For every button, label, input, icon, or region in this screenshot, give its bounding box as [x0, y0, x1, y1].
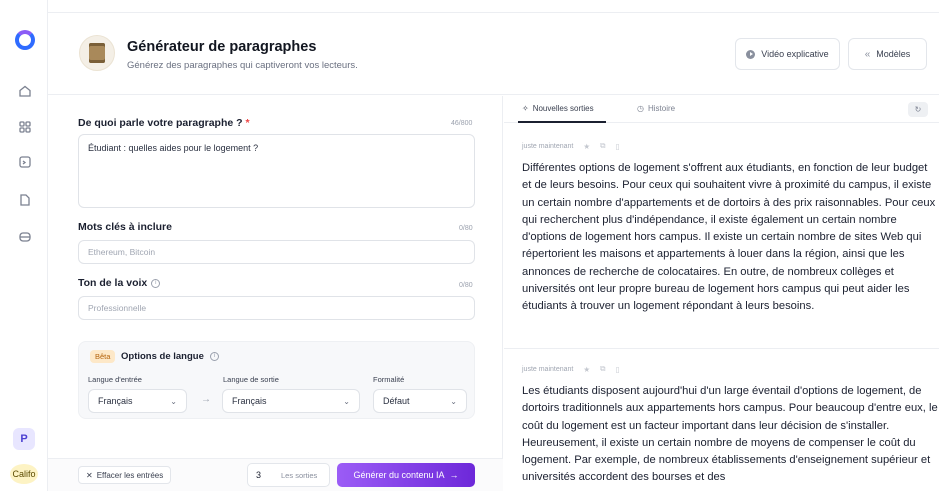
- template-icon[interactable]: [18, 155, 32, 169]
- scroll-icon: [79, 35, 115, 71]
- keywords-counter: 0/80: [459, 225, 473, 232]
- workspace-avatar[interactable]: Califo: [10, 464, 38, 484]
- result-divider: [504, 348, 939, 349]
- formality-label: Formalité: [373, 375, 405, 384]
- formality-select[interactable]: Défaut ⌄: [373, 389, 467, 413]
- templates-button[interactable]: « Modèles: [848, 38, 927, 70]
- result-text: Les étudiants disposent aujourd'hui d'un…: [522, 385, 938, 484]
- tab-new-outputs[interactable]: ✧ Nouvelles sorties: [522, 104, 594, 113]
- output-tabs: ✧ Nouvelles sorties ◷ Histoire ↻: [504, 96, 939, 123]
- home-icon[interactable]: [18, 84, 32, 98]
- video-tutorial-label: Vidéo explicative: [761, 49, 829, 59]
- arrow-right-icon: →: [449, 470, 459, 480]
- form-footer: ✕ Effacer les entrées 3 Les sorties Géné…: [48, 458, 503, 491]
- grid-icon[interactable]: [18, 120, 32, 134]
- trash-icon[interactable]: ▯: [615, 142, 619, 151]
- user-avatar[interactable]: P: [13, 428, 35, 450]
- sidebar: P Califo: [0, 0, 48, 491]
- outputs-count-input[interactable]: 3 Les sorties: [247, 463, 330, 487]
- language-options: Bêta Options de langue i Langue d'entrée …: [78, 341, 475, 419]
- clock-icon: ◷: [637, 104, 644, 113]
- app-logo[interactable]: [15, 30, 35, 50]
- beta-badge: Bêta: [90, 350, 116, 363]
- result-item: juste maintenant ★ ⧉ ▯ Différentes optio…: [522, 141, 938, 316]
- active-tab-indicator: [518, 121, 606, 123]
- info-icon: i: [209, 351, 219, 361]
- chevron-down-icon: ⌄: [170, 396, 177, 406]
- required-marker: *: [245, 117, 250, 129]
- arrow-right-icon: →: [201, 394, 211, 405]
- output-language-select[interactable]: Français ⌄: [222, 389, 360, 413]
- star-icon[interactable]: ★: [583, 365, 590, 374]
- video-tutorial-button[interactable]: Vidéo explicative: [735, 38, 840, 70]
- chevron-down-icon: ⌄: [343, 396, 350, 406]
- input-form: De quoi parle votre paragraphe ? * 46/80…: [48, 96, 503, 491]
- copy-icon[interactable]: ⧉: [600, 141, 605, 151]
- input-language-select[interactable]: Français ⌄: [88, 389, 187, 413]
- output-panel: ✧ Nouvelles sorties ◷ Histoire ↻ juste mai…: [504, 96, 939, 491]
- double-chevron-left-icon: «: [864, 48, 871, 60]
- folder-icon[interactable]: [18, 230, 32, 244]
- chevron-down-icon: ⌄: [450, 396, 457, 406]
- generate-button[interactable]: Générer du contenu IA →: [337, 463, 475, 487]
- language-options-title: Options de langue i: [121, 351, 219, 362]
- result-time: juste maintenant: [522, 365, 574, 373]
- templates-label: Modèles: [876, 49, 911, 59]
- star-icon[interactable]: ★: [583, 142, 590, 151]
- tone-label: Ton de la voix i: [78, 277, 161, 289]
- input-language-label: Langue d'entrée: [88, 375, 142, 384]
- clear-inputs-button[interactable]: ✕ Effacer les entrées: [78, 466, 172, 484]
- info-icon: i: [151, 278, 161, 288]
- output-language-label: Langue de sortie: [223, 375, 279, 384]
- page-title: Générateur de paragraphes: [127, 39, 317, 55]
- copy-icon[interactable]: ⧉: [600, 364, 605, 374]
- sparkle-icon: ✧: [522, 104, 529, 113]
- result-item: juste maintenant ★ ⧉ ▯ Les étudiants dis…: [522, 364, 938, 487]
- trash-icon[interactable]: ▯: [615, 365, 619, 374]
- result-time: juste maintenant: [522, 142, 574, 150]
- tab-history[interactable]: ◷ Histoire: [637, 104, 675, 113]
- topic-counter: 46/800: [451, 120, 473, 127]
- refresh-icon[interactable]: ↻: [908, 102, 928, 117]
- tone-input[interactable]: Professionnelle: [78, 296, 475, 320]
- page-header: Générateur de paragraphes Générez des pa…: [48, 13, 939, 95]
- page-subtitle: Générez des paragraphes qui captiveront …: [127, 60, 358, 71]
- result-text: Différentes options de logement s'offren…: [522, 162, 936, 313]
- keywords-input[interactable]: Ethereum, Bitcoin: [78, 240, 475, 264]
- tone-counter: 0/80: [459, 282, 473, 289]
- keywords-label: Mots clés à inclure: [78, 221, 172, 233]
- play-icon: [746, 49, 756, 59]
- topic-textarea[interactable]: Étudiant : quelles aides pour le logemen…: [78, 134, 475, 208]
- topic-label: De quoi parle votre paragraphe ? *: [78, 117, 250, 129]
- close-icon: ✕: [86, 470, 93, 480]
- document-icon[interactable]: [18, 193, 32, 207]
